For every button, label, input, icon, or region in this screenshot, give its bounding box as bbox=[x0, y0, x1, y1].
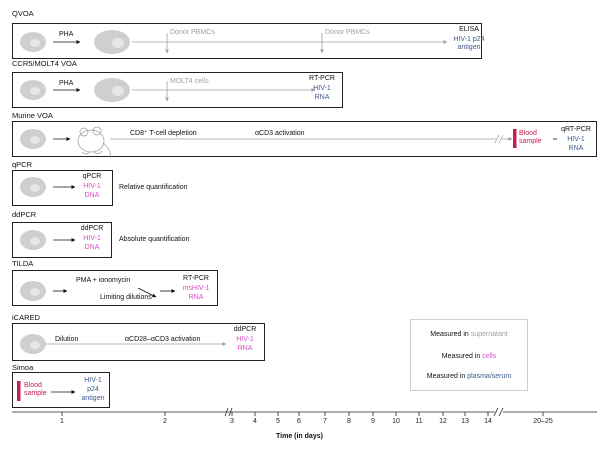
legend-plasma-word: plasma/serum bbox=[467, 373, 512, 380]
axis-tick: 11 bbox=[415, 418, 423, 425]
qvoa-donor-pbmcs-2: Donor PBMCs bbox=[325, 29, 370, 36]
murine-title: Murine VOA bbox=[12, 111, 53, 120]
tilda-target-2: RNA bbox=[188, 294, 204, 301]
tilda-method: RT-PCR bbox=[183, 275, 209, 282]
axis-label: Time (in days) bbox=[276, 433, 323, 440]
murine-target-1: HIV-1 bbox=[567, 136, 585, 143]
murine-target-2: RNA bbox=[568, 145, 584, 152]
axis-tick: 3 bbox=[230, 418, 234, 425]
mouse-icon bbox=[77, 126, 111, 159]
legend-plasma: Measured in plasma/serum bbox=[410, 373, 528, 381]
ccr5-method: RT-PCR bbox=[309, 75, 335, 82]
ddpcr-note: Absolute quantification bbox=[119, 236, 190, 243]
axis-tick: 5 bbox=[276, 418, 280, 425]
murine-blood-sample: Blood sample bbox=[519, 130, 542, 145]
qpcr-title: qPCR bbox=[12, 160, 33, 169]
icared-dilution-label: Dilution bbox=[55, 336, 79, 343]
qvoa-title: QVOA bbox=[12, 9, 34, 18]
tilda-title: TILDA bbox=[12, 259, 34, 268]
ccr5-target-2: RNA bbox=[314, 94, 330, 101]
blood-sample-icon bbox=[513, 129, 517, 148]
qvoa-target: HIV-1 p24 antigen bbox=[453, 36, 485, 51]
simoa-target-1: HIV-1 bbox=[84, 377, 102, 384]
legend-cells-word: cells bbox=[482, 353, 497, 360]
simoa-target-3: antigen bbox=[81, 395, 105, 402]
simoa-blood-sample: Blood sample bbox=[24, 382, 47, 397]
legend-prefix: Measured in bbox=[426, 373, 466, 380]
icared-target-2: RNA bbox=[237, 345, 253, 352]
axis-tick: 2 bbox=[163, 418, 167, 425]
time-axis bbox=[12, 407, 597, 417]
qvoa-graphics bbox=[20, 30, 448, 54]
qpcr-method: qPCR bbox=[82, 173, 102, 180]
icared-activation-label: αCD28–αCD3 activation bbox=[125, 336, 201, 343]
qpcr-graphics bbox=[20, 177, 76, 197]
qpcr-target-1: HIV-1 bbox=[83, 183, 101, 190]
axis-tick: 12 bbox=[439, 418, 447, 425]
tilda-dilution-label: Limiting dilutions bbox=[100, 294, 152, 301]
legend-supernatant: Measured in supernatant bbox=[410, 331, 528, 339]
qvoa-pha-label: PHA bbox=[59, 31, 74, 38]
icared-target-1: HIV-1 bbox=[236, 336, 254, 343]
simoa-title: Simoa bbox=[12, 363, 34, 372]
axis-tick: 7 bbox=[323, 418, 327, 425]
legend-cells: Measured in cells bbox=[410, 353, 528, 361]
icared-method: ddPCR bbox=[233, 326, 257, 333]
murine-depletion-label: CD8⁺ T-cell depletion bbox=[130, 130, 197, 137]
axis-tick: 13 bbox=[461, 418, 469, 425]
axis-tick: 20–25 bbox=[533, 418, 553, 425]
murine-activation-label: αCD3 activation bbox=[255, 130, 305, 137]
legend-prefix: Measured in bbox=[441, 353, 481, 360]
ddpcr-target-1: HIV-1 bbox=[83, 235, 101, 242]
qvoa-donor-pbmcs-1: Donor PBMCs bbox=[170, 29, 215, 36]
ccr5-title: CCR5/MOLT4 VOA bbox=[12, 59, 77, 68]
axis-tick: 6 bbox=[297, 418, 301, 425]
qpcr-target-2: DNA bbox=[84, 192, 100, 199]
legend-prefix: Measured in bbox=[430, 331, 469, 338]
blood-sample-icon bbox=[17, 381, 21, 401]
axis-tick: 9 bbox=[371, 418, 375, 425]
axis-tick: 10 bbox=[392, 418, 400, 425]
murine-method: qRT-PCR bbox=[561, 126, 591, 133]
ccr5-pha-label: PHA bbox=[59, 80, 74, 87]
ddpcr-title: ddPCR bbox=[12, 210, 37, 219]
cell-icon bbox=[94, 30, 130, 54]
ddpcr-target-2: DNA bbox=[84, 244, 100, 251]
legend-supernatant-word: supernatant bbox=[470, 331, 508, 338]
ccr5-target-1: HIV-1 bbox=[313, 85, 331, 92]
qvoa-method: ELISA bbox=[459, 26, 479, 33]
ddpcr-graphics bbox=[20, 230, 76, 250]
icared-title: iCARED bbox=[12, 313, 40, 322]
qpcr-note: Relative quantification bbox=[119, 184, 188, 191]
axis-tick: 4 bbox=[253, 418, 257, 425]
tilda-stimulation-label: PMA + ionomycin bbox=[76, 277, 131, 284]
axis-tick: 14 bbox=[484, 418, 492, 425]
ddpcr-method: ddPCR bbox=[80, 225, 104, 232]
simoa-target-2: p24 bbox=[87, 386, 99, 393]
tilda-target-1: msHIV-1 bbox=[182, 285, 210, 292]
axis-tick: 1 bbox=[60, 418, 64, 425]
axis-tick: 8 bbox=[347, 418, 351, 425]
ccr5-molt4-cells: MOLT4 cells bbox=[170, 78, 209, 85]
